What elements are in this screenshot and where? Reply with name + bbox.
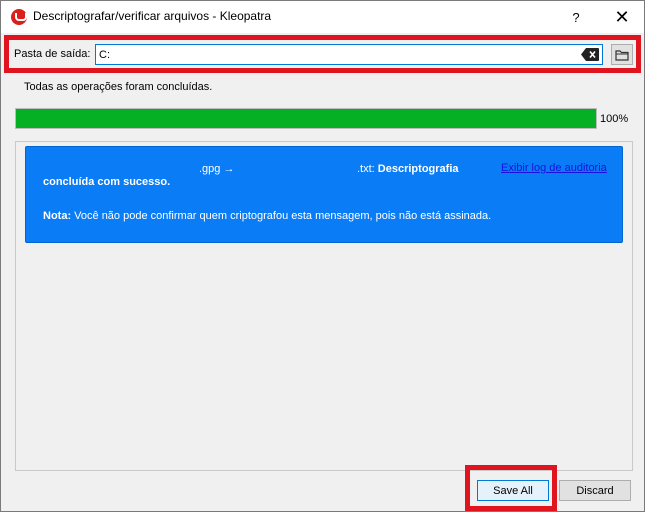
- kleopatra-app-icon: [11, 9, 27, 25]
- title-bar: Descriptografar/verificar arquivos - Kle…: [1, 1, 644, 33]
- note-label: Nota:: [43, 210, 72, 222]
- result-headline: .gpg → .txt: Descriptografia: [43, 163, 503, 177]
- status-message: Todas as operações foram concluídas.: [24, 81, 213, 93]
- result-status-bold: Descriptografia: [377, 163, 459, 175]
- folder-icon: [615, 49, 629, 61]
- dialog-window: Descriptografar/verificar arquivos - Kle…: [0, 0, 645, 512]
- output-folder-label: Pasta de saída:: [14, 48, 91, 60]
- result-txt-ext-text: .txt:: [357, 163, 375, 175]
- output-folder-input[interactable]: [95, 44, 603, 65]
- audit-log-link[interactable]: Exibir log de auditoria: [501, 162, 607, 174]
- progress-fill: [16, 109, 596, 128]
- window-title: Descriptografar/verificar arquivos - Kle…: [33, 9, 272, 23]
- progress-percent-label: 100%: [600, 113, 629, 125]
- discard-button[interactable]: Discard: [559, 480, 631, 501]
- progress-bar: [15, 108, 597, 129]
- close-button[interactable]: ✕: [601, 1, 643, 33]
- result-gpg-extension: .gpg →: [199, 163, 235, 175]
- clear-text-icon[interactable]: [581, 48, 599, 61]
- save-all-button[interactable]: Save All: [477, 480, 549, 501]
- note-text: Você não pode confirmar quem criptografo…: [74, 210, 492, 222]
- result-note: Nota: Você não pode confirmar quem cript…: [43, 210, 491, 222]
- browse-folder-button[interactable]: [611, 44, 633, 65]
- result-message-box: .gpg → .txt: Descriptografia concluída c…: [25, 146, 623, 243]
- help-button[interactable]: ?: [561, 1, 591, 33]
- result-status-line2: concluída com sucesso.: [43, 176, 171, 188]
- result-txt-extension: .txt: Descriptografia: [357, 163, 459, 175]
